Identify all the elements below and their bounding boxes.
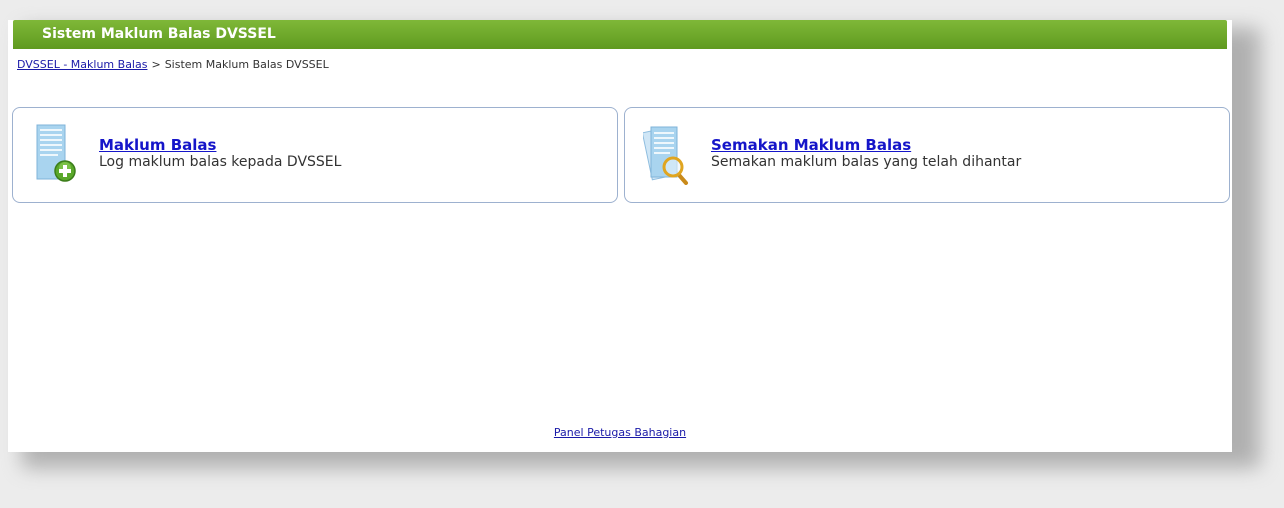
breadcrumb-link-home[interactable]: DVSSEL - Maklum Balas [17, 58, 147, 71]
page-title: Sistem Maklum Balas DVSSEL [42, 26, 276, 42]
breadcrumb: DVSSEL - Maklum Balas > Sistem Maklum Bala… [17, 58, 329, 71]
card-maklum-balas[interactable]: Maklum Balas Log maklum balas kepada DVS… [12, 107, 618, 203]
card-title-link[interactable]: Maklum Balas [99, 137, 341, 154]
breadcrumb-current: Sistem Maklum Balas DVSSEL [164, 58, 329, 71]
card-title-link[interactable]: Semakan Maklum Balas [711, 137, 1021, 154]
footer-panel-link[interactable]: Panel Petugas Bahagian [554, 426, 686, 439]
card-description: Log maklum balas kepada DVSSEL [99, 154, 342, 170]
main-window: Sistem Maklum Balas DVSSEL DVSSEL - Makl… [8, 20, 1232, 452]
breadcrumb-separator: > [151, 58, 161, 71]
footer: Panel Petugas Bahagian [8, 426, 1232, 439]
header-title-bar: Sistem Maklum Balas DVSSEL [13, 20, 1227, 49]
card-text: Maklum Balas Log maklum balas kepada DVS… [99, 137, 341, 171]
document-add-icon [31, 123, 77, 185]
card-text: Semakan Maklum Balas Semakan maklum bala… [711, 137, 1021, 171]
document-search-icon [641, 123, 689, 185]
card-description: Semakan maklum balas yang telah dihantar [711, 154, 1022, 170]
card-semakan-maklum-balas[interactable]: Semakan Maklum Balas Semakan maklum bala… [624, 107, 1230, 203]
